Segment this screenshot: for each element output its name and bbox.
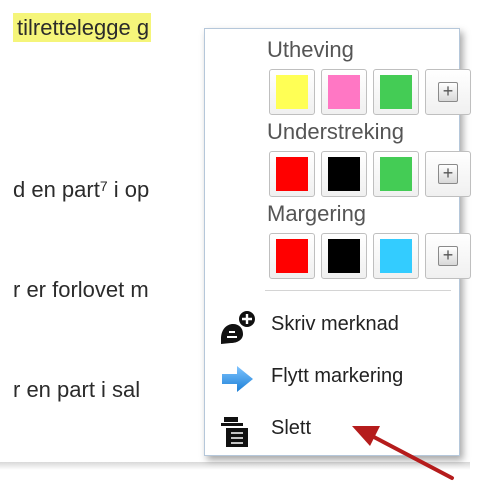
swatch-fill (328, 239, 360, 273)
menu-divider (265, 290, 451, 291)
swatch-fill (276, 75, 308, 109)
margin-red-swatch[interactable] (269, 233, 315, 279)
document-line: d en part7 i op (13, 177, 150, 202)
plus-icon: + (438, 164, 458, 184)
delete-label: Slett (271, 417, 312, 439)
document-line: tilrettelegge g (13, 13, 152, 42)
highlight-yellow-swatch[interactable] (269, 69, 315, 115)
plus-icon: + (438, 82, 458, 102)
highlight-add-color-button[interactable]: + (425, 69, 471, 115)
underline-add-color-button[interactable]: + (425, 151, 471, 197)
move-highlight-label: Flytt markering (271, 365, 404, 387)
delete-menu-item[interactable]: Slett (205, 405, 459, 453)
swatch-fill (328, 75, 360, 109)
highlight-green-swatch[interactable] (373, 69, 419, 115)
swatch-fill (276, 157, 308, 191)
swatch-fill (328, 157, 360, 191)
write-comment-menu-item[interactable]: Skriv merknad (205, 301, 459, 349)
move-highlight-menu-item[interactable]: Flytt markering (205, 353, 459, 401)
margin-blue-swatch[interactable] (373, 233, 419, 279)
highlight-group-label: Utheving (267, 37, 354, 62)
margin-black-swatch[interactable] (321, 233, 367, 279)
underline-swatch-row: + (269, 151, 479, 199)
underline-black-swatch[interactable] (321, 151, 367, 197)
context-menu: Utheving + Understreking + Margering + S… (204, 28, 471, 456)
write-comment-label: Skriv merknad (271, 313, 399, 335)
margin-add-color-button[interactable]: + (425, 233, 471, 279)
underline-red-swatch[interactable] (269, 151, 315, 197)
highlighted-text[interactable]: tilrettelegge g (13, 13, 152, 42)
delete-icon (221, 417, 248, 447)
document-line: r en part i sal (13, 377, 141, 402)
page-edge-shadow (0, 462, 470, 470)
margin-group-label: Margering (267, 201, 367, 226)
underline-group-label: Understreking (267, 119, 404, 144)
swatch-fill (276, 239, 308, 273)
margin-swatch-row: + (269, 233, 479, 281)
swatch-fill (380, 157, 412, 191)
comment-add-icon (221, 311, 255, 344)
highlight-pink-swatch[interactable] (321, 69, 367, 115)
swatch-fill (380, 75, 412, 109)
highlight-swatch-row: + (269, 69, 479, 117)
swatch-fill (380, 239, 412, 273)
underline-green-swatch[interactable] (373, 151, 419, 197)
document-line: r er forlovet m (13, 277, 149, 302)
arrow-right-icon (222, 366, 253, 392)
footnote-marker[interactable]: 7 (100, 178, 108, 194)
plus-icon: + (438, 246, 458, 266)
